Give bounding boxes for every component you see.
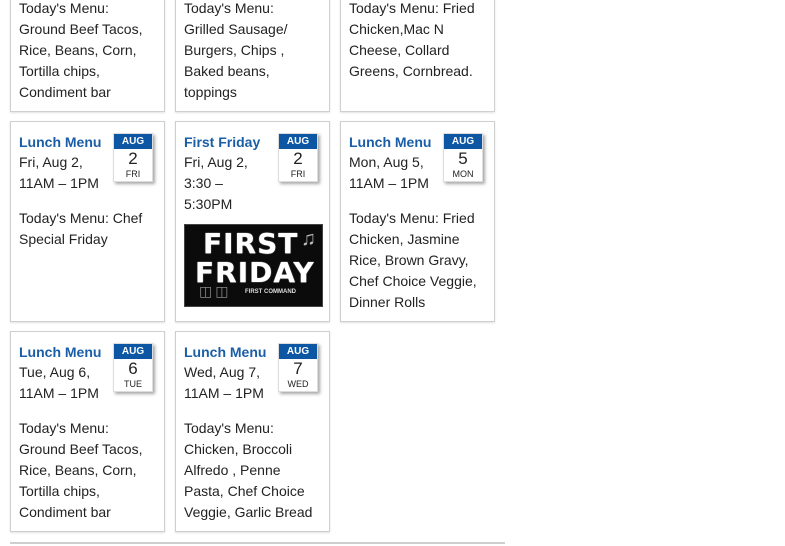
event-menu-text: Today's Menu: Ground Beef Tacos, Rice, B… — [19, 420, 143, 520]
date-badge-weekday: MON — [452, 169, 474, 179]
event-card[interactable]: Lunch Menu AUG 7 WED Wed, Aug 7, 11AM – … — [175, 331, 330, 532]
date-badge: AUG 6 TUE — [113, 343, 153, 392]
date-badge: AUG 5 MON — [443, 133, 483, 182]
date-badge-month: AUG — [279, 344, 317, 359]
date-badge-month: AUG — [114, 134, 152, 149]
event-title-link[interactable]: Lunch Menu — [19, 134, 101, 150]
date-badge-day: 7 — [293, 359, 303, 378]
event-card[interactable]: Lunch Menu AUG 6 TUE Tue, Aug 6, 11AM – … — [10, 331, 165, 532]
date-badge-month: AUG — [444, 134, 482, 149]
event-card-top-3[interactable]: Today's Menu: Fried Chicken,Mac N Cheese… — [340, 0, 495, 112]
event-menu-text: Today's Menu: Chicken, Broccoli Alfredo … — [184, 420, 313, 520]
event-title-link[interactable]: Lunch Menu — [349, 134, 431, 150]
flyer-sponsor-text: FIRST COMMAND — [245, 289, 296, 295]
event-title-link[interactable]: Lunch Menu — [19, 344, 101, 360]
event-card-top-2[interactable]: Today's Menu: Grilled Sausage/ Burgers, … — [175, 0, 330, 112]
date-badge: AUG 7 WED — [278, 343, 318, 392]
date-badge-month: AUG — [114, 344, 152, 359]
date-badge-weekday: WED — [287, 379, 309, 389]
date-badge-weekday: FRI — [125, 169, 141, 179]
event-card[interactable]: First Friday AUG 2 FRI Fri, Aug 2, 3:30 … — [175, 121, 330, 322]
flyer-text-line1: FIRST — [203, 227, 299, 260]
music-note-icon: ♫ — [301, 228, 316, 250]
date-badge: AUG 2 FRI — [113, 133, 153, 182]
cups-icon: ◫◫ — [199, 283, 232, 299]
first-friday-flyer-image[interactable]: FIRST FRIDAY ♫ ◫◫ FIRST COMMAND — [184, 224, 323, 307]
event-menu-text: Today's Menu: Ground Beef Tacos, Rice, B… — [19, 0, 143, 100]
event-card-top-1[interactable]: Today's Menu: Ground Beef Tacos, Rice, B… — [10, 0, 165, 112]
event-time: Mon, Aug 5, 11AM – 1PM — [349, 154, 429, 191]
event-menu-text: Today's Menu: Grilled Sausage/ Burgers, … — [184, 0, 288, 100]
date-badge-weekday: FRI — [290, 169, 306, 179]
event-time: Tue, Aug 6, 11AM – 1PM — [19, 364, 99, 401]
event-card[interactable]: Lunch Menu AUG 2 FRI Fri, Aug 2, 11AM – … — [10, 121, 165, 322]
event-card[interactable]: Lunch Menu AUG 5 MON Mon, Aug 5, 11AM – … — [340, 121, 495, 322]
event-menu-text: Today's Menu: Chef Special Friday — [19, 210, 143, 247]
date-badge-day: 6 — [128, 359, 138, 378]
date-badge-weekday: TUE — [124, 379, 142, 389]
event-time: Fri, Aug 2, 11AM – 1PM — [19, 154, 99, 191]
event-time: Fri, Aug 2, 3:30 – 5:30PM — [184, 154, 248, 212]
date-badge-month: AUG — [279, 134, 317, 149]
date-badge-day: 2 — [128, 149, 138, 168]
event-menu-text: Today's Menu: Fried Chicken, Jasmine Ric… — [349, 210, 477, 310]
date-badge-day: 2 — [293, 149, 303, 168]
event-time: Wed, Aug 7, 11AM – 1PM — [184, 364, 264, 401]
event-menu-text: Today's Menu: Fried Chicken,Mac N Cheese… — [349, 0, 475, 79]
date-badge: AUG 2 FRI — [278, 133, 318, 182]
section-divider — [10, 542, 505, 544]
date-badge-day: 5 — [458, 149, 468, 168]
event-title-link[interactable]: Lunch Menu — [184, 344, 266, 360]
event-title-link[interactable]: First Friday — [184, 134, 260, 150]
